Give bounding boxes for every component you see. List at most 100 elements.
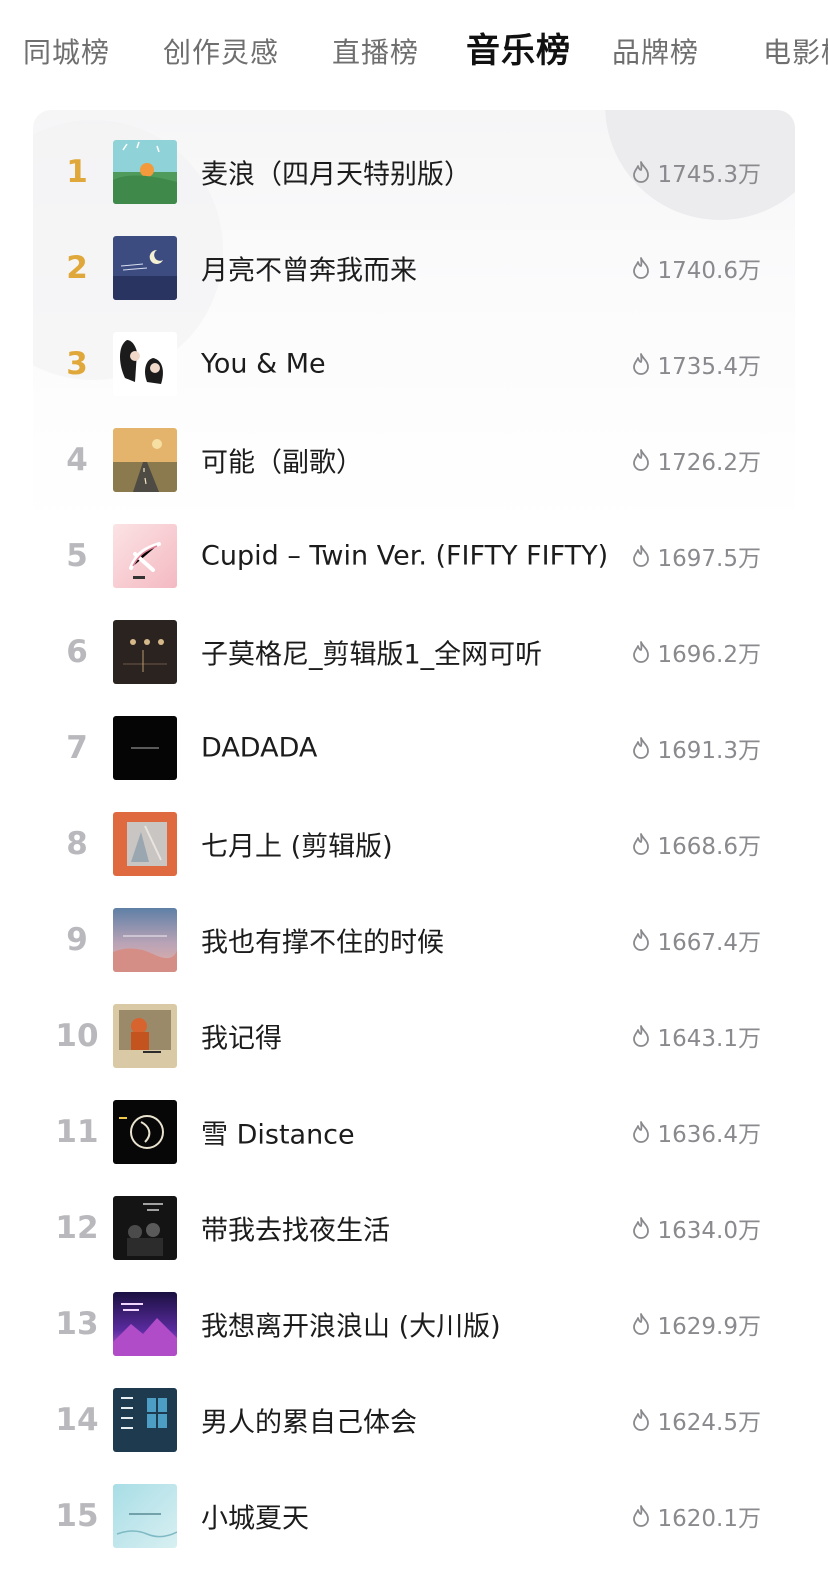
- song-row[interactable]: 14 男人的累自己体会 1624.5万: [33, 1376, 795, 1472]
- tab-live[interactable]: 直播榜: [332, 33, 419, 73]
- album-cover: [113, 1484, 177, 1548]
- heat-count: 1643.1万: [657, 1026, 761, 1052]
- flame-icon: [632, 833, 649, 855]
- heat-value: 1735.4万: [631, 347, 761, 381]
- heat-count: 1745.3万: [657, 162, 761, 188]
- rank-number: 7: [66, 730, 88, 766]
- album-cover: [113, 716, 177, 780]
- heat-count: 1620.1万: [657, 1506, 761, 1532]
- song-title: 男人的累自己体会: [201, 1407, 417, 1439]
- heat-count: 1624.5万: [657, 1410, 761, 1436]
- song-row[interactable]: 11 雪 Distance 1636.4万: [33, 1088, 795, 1184]
- album-cover: [113, 332, 177, 396]
- rank-number: 4: [66, 442, 88, 478]
- heat-value: 1624.5万: [631, 1403, 761, 1437]
- heat-count: 1735.4万: [657, 354, 761, 380]
- album-cover: [113, 428, 177, 492]
- song-row[interactable]: 7 DADADA 1691.3万: [33, 704, 795, 800]
- rank-number: 13: [55, 1306, 99, 1342]
- heat-value: 1691.3万: [631, 731, 761, 765]
- song-row[interactable]: 9 我也有撑不住的时候 1667.4万: [33, 896, 795, 992]
- heat-value: 1643.1万: [631, 1019, 761, 1053]
- rank-number: 1: [66, 154, 88, 190]
- tab-brand[interactable]: 品牌榜: [612, 33, 699, 73]
- song-row[interactable]: 2 月亮不曾奔我而来 1740.6万: [33, 224, 795, 320]
- rank-number: 6: [66, 634, 88, 670]
- album-cover: [113, 812, 177, 876]
- heat-count: 1726.2万: [657, 450, 761, 476]
- heat-value: 1620.1万: [631, 1499, 761, 1533]
- rank-number: 14: [55, 1402, 99, 1438]
- heat-count: 1668.6万: [657, 834, 761, 860]
- song-row[interactable]: 3 You & Me 1735.4万: [33, 320, 795, 416]
- flame-icon: [632, 1121, 649, 1143]
- heat-value: 1696.2万: [631, 635, 761, 669]
- rank-number: 10: [55, 1018, 99, 1054]
- flame-icon: [632, 1313, 649, 1335]
- flame-icon: [632, 737, 649, 759]
- album-cover: [113, 1100, 177, 1164]
- song-row[interactable]: 12 带我去找夜生活 1634.0万: [33, 1184, 795, 1280]
- flame-icon: [632, 1025, 649, 1047]
- flame-icon: [632, 161, 649, 183]
- flame-icon: [632, 641, 649, 663]
- category-tabs: 同城榜 创作灵感 直播榜 音乐榜 品牌榜 电影榜: [0, 0, 828, 100]
- song-row[interactable]: 5 Cupid – Twin Ver. (FIFTY FIFTY) 1697.5…: [33, 512, 795, 608]
- heat-value: 1667.4万: [631, 923, 761, 957]
- tab-music[interactable]: 音乐榜: [466, 31, 571, 71]
- heat-value: 1726.2万: [631, 443, 761, 477]
- heat-value: 1697.5万: [631, 539, 761, 573]
- rank-number: 15: [55, 1498, 99, 1534]
- song-row[interactable]: 1 麦浪（四月天特别版） 1745.3万: [33, 128, 795, 224]
- rank-number: 5: [66, 538, 88, 574]
- heat-count: 1667.4万: [657, 930, 761, 956]
- song-title: Cupid – Twin Ver. (FIFTY FIFTY): [201, 540, 609, 572]
- song-title: 可能（副歌）: [201, 447, 363, 479]
- album-cover: [113, 1004, 177, 1068]
- rank-number: 11: [55, 1114, 99, 1150]
- song-title: 小城夏天: [201, 1503, 309, 1535]
- flame-icon: [632, 353, 649, 375]
- tab-local[interactable]: 同城榜: [23, 33, 110, 73]
- heat-count: 1636.4万: [657, 1122, 761, 1148]
- song-row[interactable]: 15 小城夏天 1620.1万: [33, 1472, 795, 1568]
- song-title: 月亮不曾奔我而来: [201, 255, 417, 287]
- song-title: 子莫格尼_剪辑版1_全网可听: [201, 639, 543, 671]
- album-cover: [113, 1292, 177, 1356]
- flame-icon: [632, 1505, 649, 1527]
- rank-number: 2: [66, 250, 88, 286]
- flame-icon: [632, 1217, 649, 1239]
- heat-value: 1634.0万: [631, 1211, 761, 1245]
- heat-count: 1691.3万: [657, 738, 761, 764]
- song-title: You & Me: [201, 348, 326, 380]
- song-title: DADADA: [201, 732, 318, 764]
- song-title: 麦浪（四月天特别版）: [201, 159, 471, 191]
- song-row[interactable]: 4 可能（副歌） 1726.2万: [33, 416, 795, 512]
- heat-count: 1740.6万: [657, 258, 761, 284]
- tab-movie[interactable]: 电影榜: [763, 33, 828, 73]
- song-row[interactable]: 8 七月上 (剪辑版) 1668.6万: [33, 800, 795, 896]
- song-title: 带我去找夜生活: [201, 1215, 390, 1247]
- song-title: 我想离开浪浪山 (大川版): [201, 1311, 501, 1343]
- heat-value: 1636.4万: [631, 1115, 761, 1149]
- song-row[interactable]: 10 我记得 1643.1万: [33, 992, 795, 1088]
- tab-inspiration[interactable]: 创作灵感: [163, 33, 279, 73]
- song-row[interactable]: 13 我想离开浪浪山 (大川版) 1629.9万: [33, 1280, 795, 1376]
- heat-count: 1629.9万: [657, 1314, 761, 1340]
- album-cover: [113, 524, 177, 588]
- rank-number: 8: [66, 826, 88, 862]
- flame-icon: [632, 929, 649, 951]
- flame-icon: [632, 1409, 649, 1431]
- flame-icon: [632, 545, 649, 567]
- heat-value: 1629.9万: [631, 1307, 761, 1341]
- album-cover: [113, 140, 177, 204]
- album-cover: [113, 620, 177, 684]
- song-title: 我记得: [201, 1023, 282, 1055]
- heat-value: 1668.6万: [631, 827, 761, 861]
- heat-value: 1740.6万: [631, 251, 761, 285]
- heat-count: 1697.5万: [657, 546, 761, 572]
- heat-value: 1745.3万: [631, 155, 761, 189]
- music-chart-panel: 1 麦浪（四月天特别版） 1745.3万 2 月亮不曾奔我而来 1740.6万 …: [33, 110, 795, 1570]
- album-cover: [113, 1196, 177, 1260]
- song-row[interactable]: 6 子莫格尼_剪辑版1_全网可听 1696.2万: [33, 608, 795, 704]
